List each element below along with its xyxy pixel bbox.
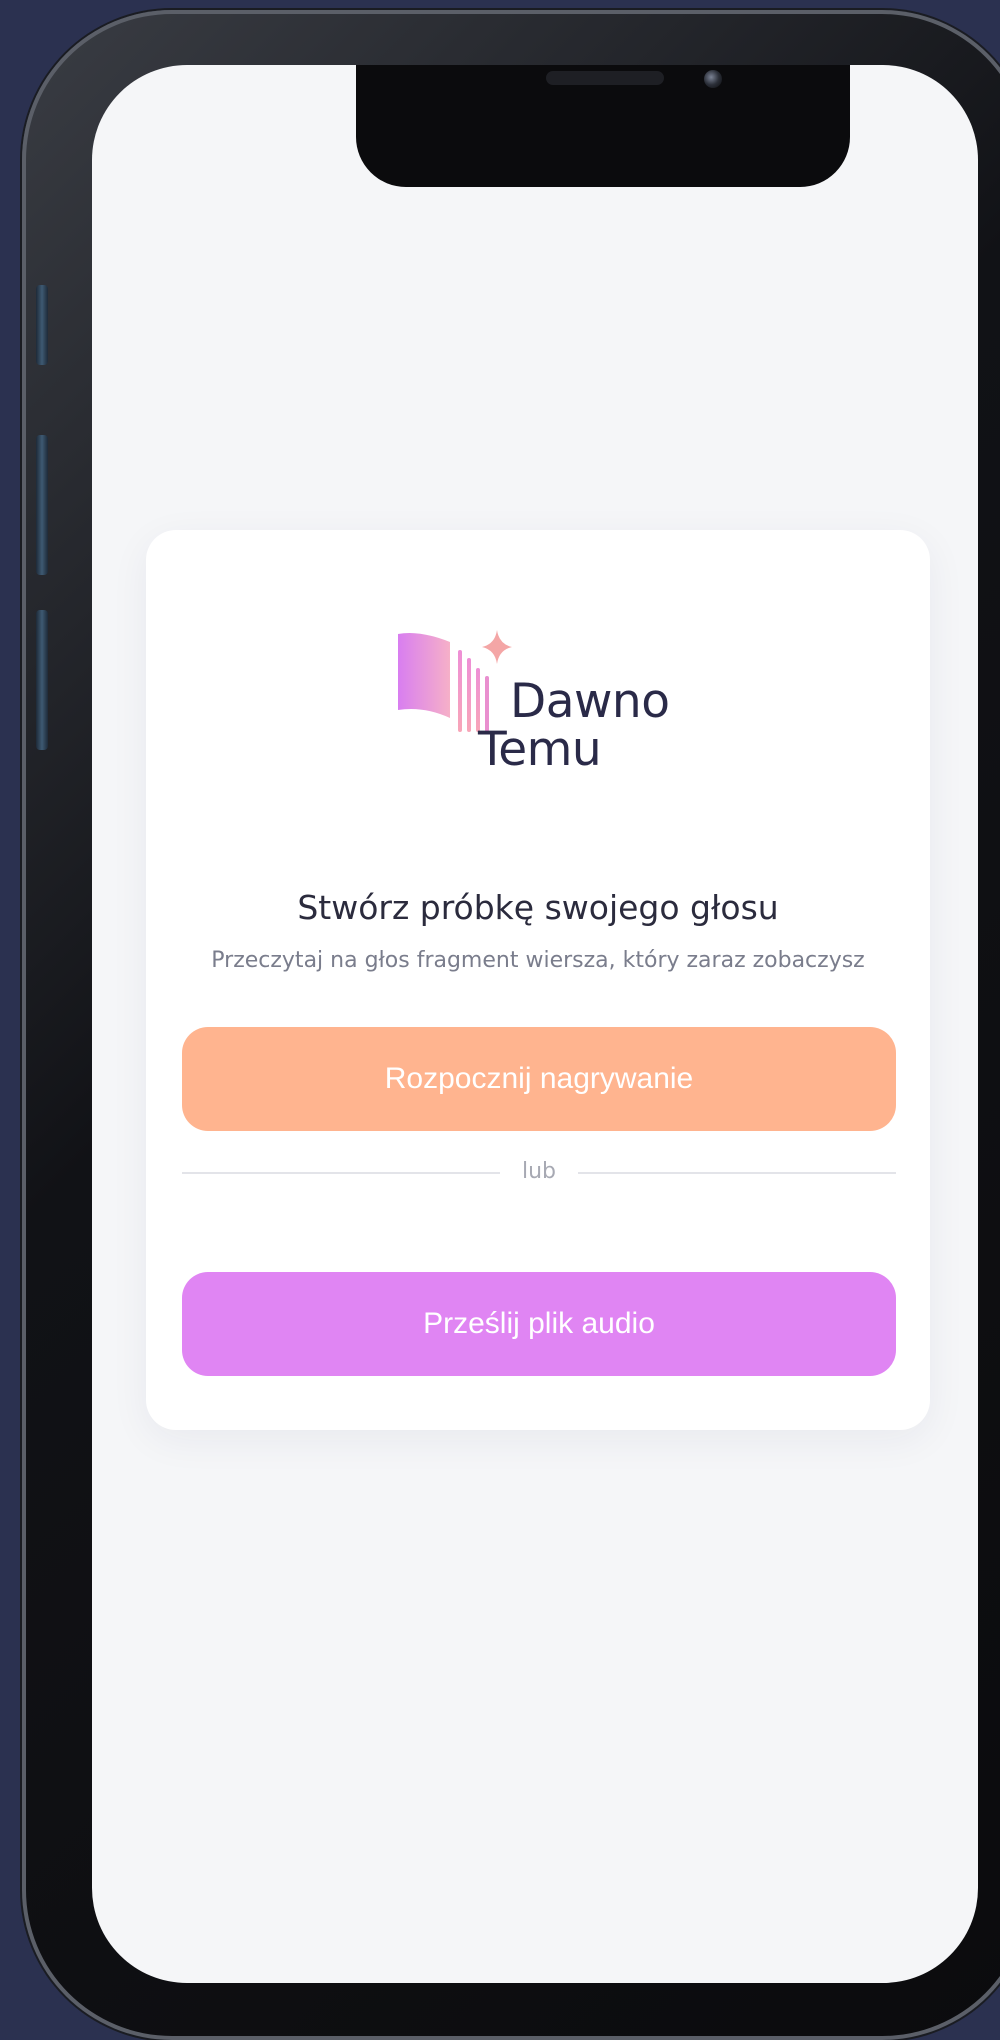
upload-audio-button[interactable]: Prześlij plik audio	[182, 1272, 896, 1376]
volume-up-button	[36, 435, 48, 575]
phone-frame: Dawno Temu Stwórz próbkę swojego głosu P…	[22, 10, 1000, 2040]
sparkle-icon	[482, 630, 512, 664]
voice-sample-card: Dawno Temu Stwórz próbkę swojego głosu P…	[146, 530, 930, 1430]
mute-switch	[36, 285, 48, 365]
front-camera	[704, 70, 722, 88]
brand-name-line2: Temu	[478, 722, 602, 777]
notch	[356, 65, 850, 187]
or-divider: lub	[182, 1153, 896, 1193]
brand-name-line1: Dawno	[510, 674, 670, 729]
page-title: Stwórz próbkę swojego głosu	[297, 888, 779, 927]
app-logo: Dawno Temu	[394, 630, 694, 780]
page-subtitle: Przeczytaj na głos fragment wiersza, któ…	[211, 948, 865, 973]
divider-line-right	[578, 1172, 896, 1174]
start-recording-button[interactable]: Rozpocznij nagrywanie	[182, 1027, 896, 1131]
screen: Dawno Temu Stwórz próbkę swojego głosu P…	[92, 65, 978, 1983]
speaker-grille	[546, 71, 664, 85]
volume-down-button	[36, 610, 48, 750]
